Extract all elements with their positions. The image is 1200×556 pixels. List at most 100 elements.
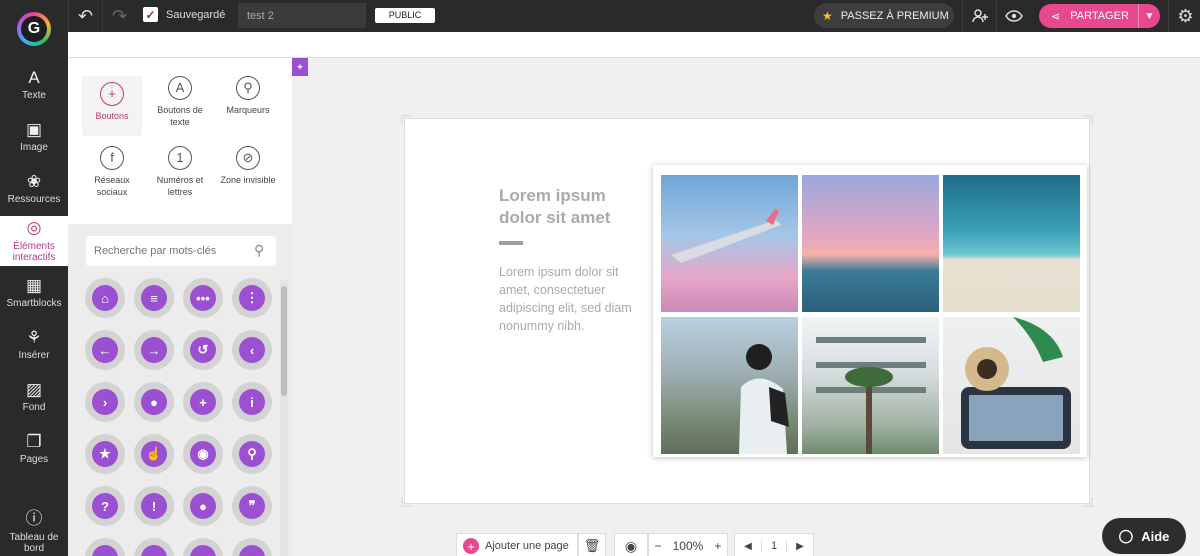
premium-button[interactable]: ★ PASSEZ À PREMIUM [814,3,954,28]
scrollbar-thumb[interactable] [281,286,287,396]
interactive-button-eye[interactable]: ◉ [183,434,223,474]
share-button[interactable]: ⋖ PARTAGER ▼ [1039,4,1160,28]
heading-divider [499,241,523,245]
eye-icon: ◉ [190,441,216,467]
chevron-right-icon: › [92,389,118,415]
add-page-button[interactable]: + Ajouter une page [456,533,578,556]
search-icon: ⚲ [254,242,265,258]
rail-item-background[interactable]: ▨ Fond [0,372,68,422]
element-type-plus-circle[interactable]: + Boutons [82,76,142,136]
element-type-text-button[interactable]: A Boutons de texte [150,76,210,128]
more-h-icon: ••• [190,285,216,311]
interactive-button-stop[interactable]: ● [134,382,174,422]
settings-button[interactable]: ⚙ [1168,0,1200,32]
rail-item-label: Smartblocks [6,298,62,310]
zoom-in-button[interactable]: + [714,539,721,553]
text-button-icon: A [168,76,192,100]
interactive-button-star[interactable]: ★ [85,434,125,474]
previous-page-button[interactable]: ◀ [735,541,761,552]
slide-body-text[interactable]: Lorem ipsum dolor sit amet, consectetuer… [499,263,639,336]
interactive-button-user[interactable]: ● [183,486,223,526]
slide-heading[interactable]: Lorem ipsum dolor sit amet [499,185,629,229]
interactive-button-menu[interactable]: ≡ [134,278,174,318]
canvas-corner [401,497,411,507]
rail-item-text[interactable]: A Texte [0,60,68,110]
stop-icon: ● [141,389,167,415]
rail-item-dashboard[interactable]: ⓘ Tableau de bord [0,502,68,556]
interactive-button-chevron-left[interactable]: ‹ [232,330,272,370]
next-page-button[interactable]: ▶ [787,541,813,552]
element-type-facebook[interactable]: f Réseaux sociaux [82,146,142,198]
interactive-button-undo[interactable]: ↺ [183,330,223,370]
interactive-button-exclamation[interactable]: ! [134,486,174,526]
undo-button[interactable]: ↶ [68,0,102,32]
interactive-button-plus[interactable]: + [183,382,223,422]
plus-icon: + [190,389,216,415]
touch-icon: ☝ [141,441,167,467]
canvas-corner [1083,115,1093,125]
preview-button[interactable] [996,0,1030,32]
zoom-out-button[interactable]: − [655,539,662,553]
delete-page-button[interactable]: 🗑 [578,533,606,556]
element-type-map-pin[interactable]: ⚲ Marqueurs [218,76,278,116]
interactive-button[interactable] [232,538,272,556]
element-type-label: Zone invisible [220,175,276,185]
button-library: ⚲ ⌂ ≡ ••• ⋮ ← → ↺ ‹ › ● + i ★ ☝ ◉ ⚲?! ● ❞ [68,224,292,556]
chevron-left-icon: ‹ [239,337,265,363]
circle-icon [239,545,265,556]
rail-item-insert[interactable]: ⚘ Insérer [0,320,68,370]
interactive-button[interactable] [85,538,125,556]
user-icon: ● [190,493,216,519]
interactive-button-quote[interactable]: ❞ [232,486,272,526]
undo-icon: ↺ [190,337,216,363]
element-type-number[interactable]: 1 Numéros et lettres [150,146,210,198]
chevron-down-icon[interactable]: ▼ [1138,4,1160,28]
rail-item-interactive[interactable]: ◎ Éléments interactifs [0,216,68,266]
insert-icon: ⚘ [26,327,42,347]
public-button[interactable]: PUBLIC [375,8,435,23]
rail-item-image[interactable]: ▣ Image [0,112,68,162]
interactive-button-more-h[interactable]: ••• [183,278,223,318]
interactive-button-home[interactable]: ⌂ [85,278,125,318]
element-type-label: Réseaux sociaux [94,175,130,198]
interactive-button-touch[interactable]: ☝ [134,434,174,474]
element-type-eye-off[interactable]: ⊘ Zone invisible [218,146,278,186]
app-logo[interactable]: G [0,0,68,58]
image-icon: ▣ [25,119,43,139]
interactive-button-search[interactable]: ⚲ [232,434,272,474]
editor-app: G ↶ ↷ ✓ Sauvegardé PUBLIC ★ PASSEZ À PREMI… [0,0,1200,556]
exclamation-icon: ! [141,493,167,519]
question-icon: ? [92,493,118,519]
element-type-label: Boutons de texte [157,105,203,128]
rail-item-resources[interactable]: ❀ Ressources [0,164,68,214]
photo-gallery[interactable] [653,165,1087,457]
rail-item-pages[interactable]: ❐ Pages [0,424,68,474]
circle-icon [190,545,216,556]
photo-building-palms [802,317,939,454]
pages-icon: ❐ [26,431,42,451]
smartblocks-icon: ▦ [25,275,43,295]
help-button[interactable]: ◯ Aide [1102,518,1186,554]
interactive-button-info[interactable]: i [232,382,272,422]
interactive-button-chevron-right[interactable]: › [85,382,125,422]
page-visibility-button[interactable]: ◉ [614,533,648,556]
page-canvas[interactable]: Lorem ipsum dolor sit amet Lorem ipsum d… [401,115,1093,507]
arrow-left-icon: ← [92,337,118,363]
rail-item-smartblocks[interactable]: ▦ Smartblocks [0,268,68,318]
star-icon: ★ [92,441,118,467]
redo-button[interactable]: ↷ [102,0,136,32]
interactive-button-more-v[interactable]: ⋮ [232,278,272,318]
interactive-button-arrow-left[interactable]: ← [85,330,125,370]
pin-panel-button[interactable]: ✦ [292,58,308,76]
interactive-button-question[interactable]: ? [85,486,125,526]
keyword-search-input[interactable] [86,236,276,266]
zoom-level: 100% [672,539,704,553]
project-title-input[interactable] [238,3,366,28]
zoom-control: −100% + [648,533,728,556]
rail-item-label: Tableau de bord [9,531,59,554]
interactive-button[interactable] [183,538,223,556]
photo-airplane-wing [661,175,798,312]
add-user-button[interactable] [962,0,996,32]
interactive-button-arrow-right[interactable]: → [134,330,174,370]
interactive-button[interactable] [134,538,174,556]
